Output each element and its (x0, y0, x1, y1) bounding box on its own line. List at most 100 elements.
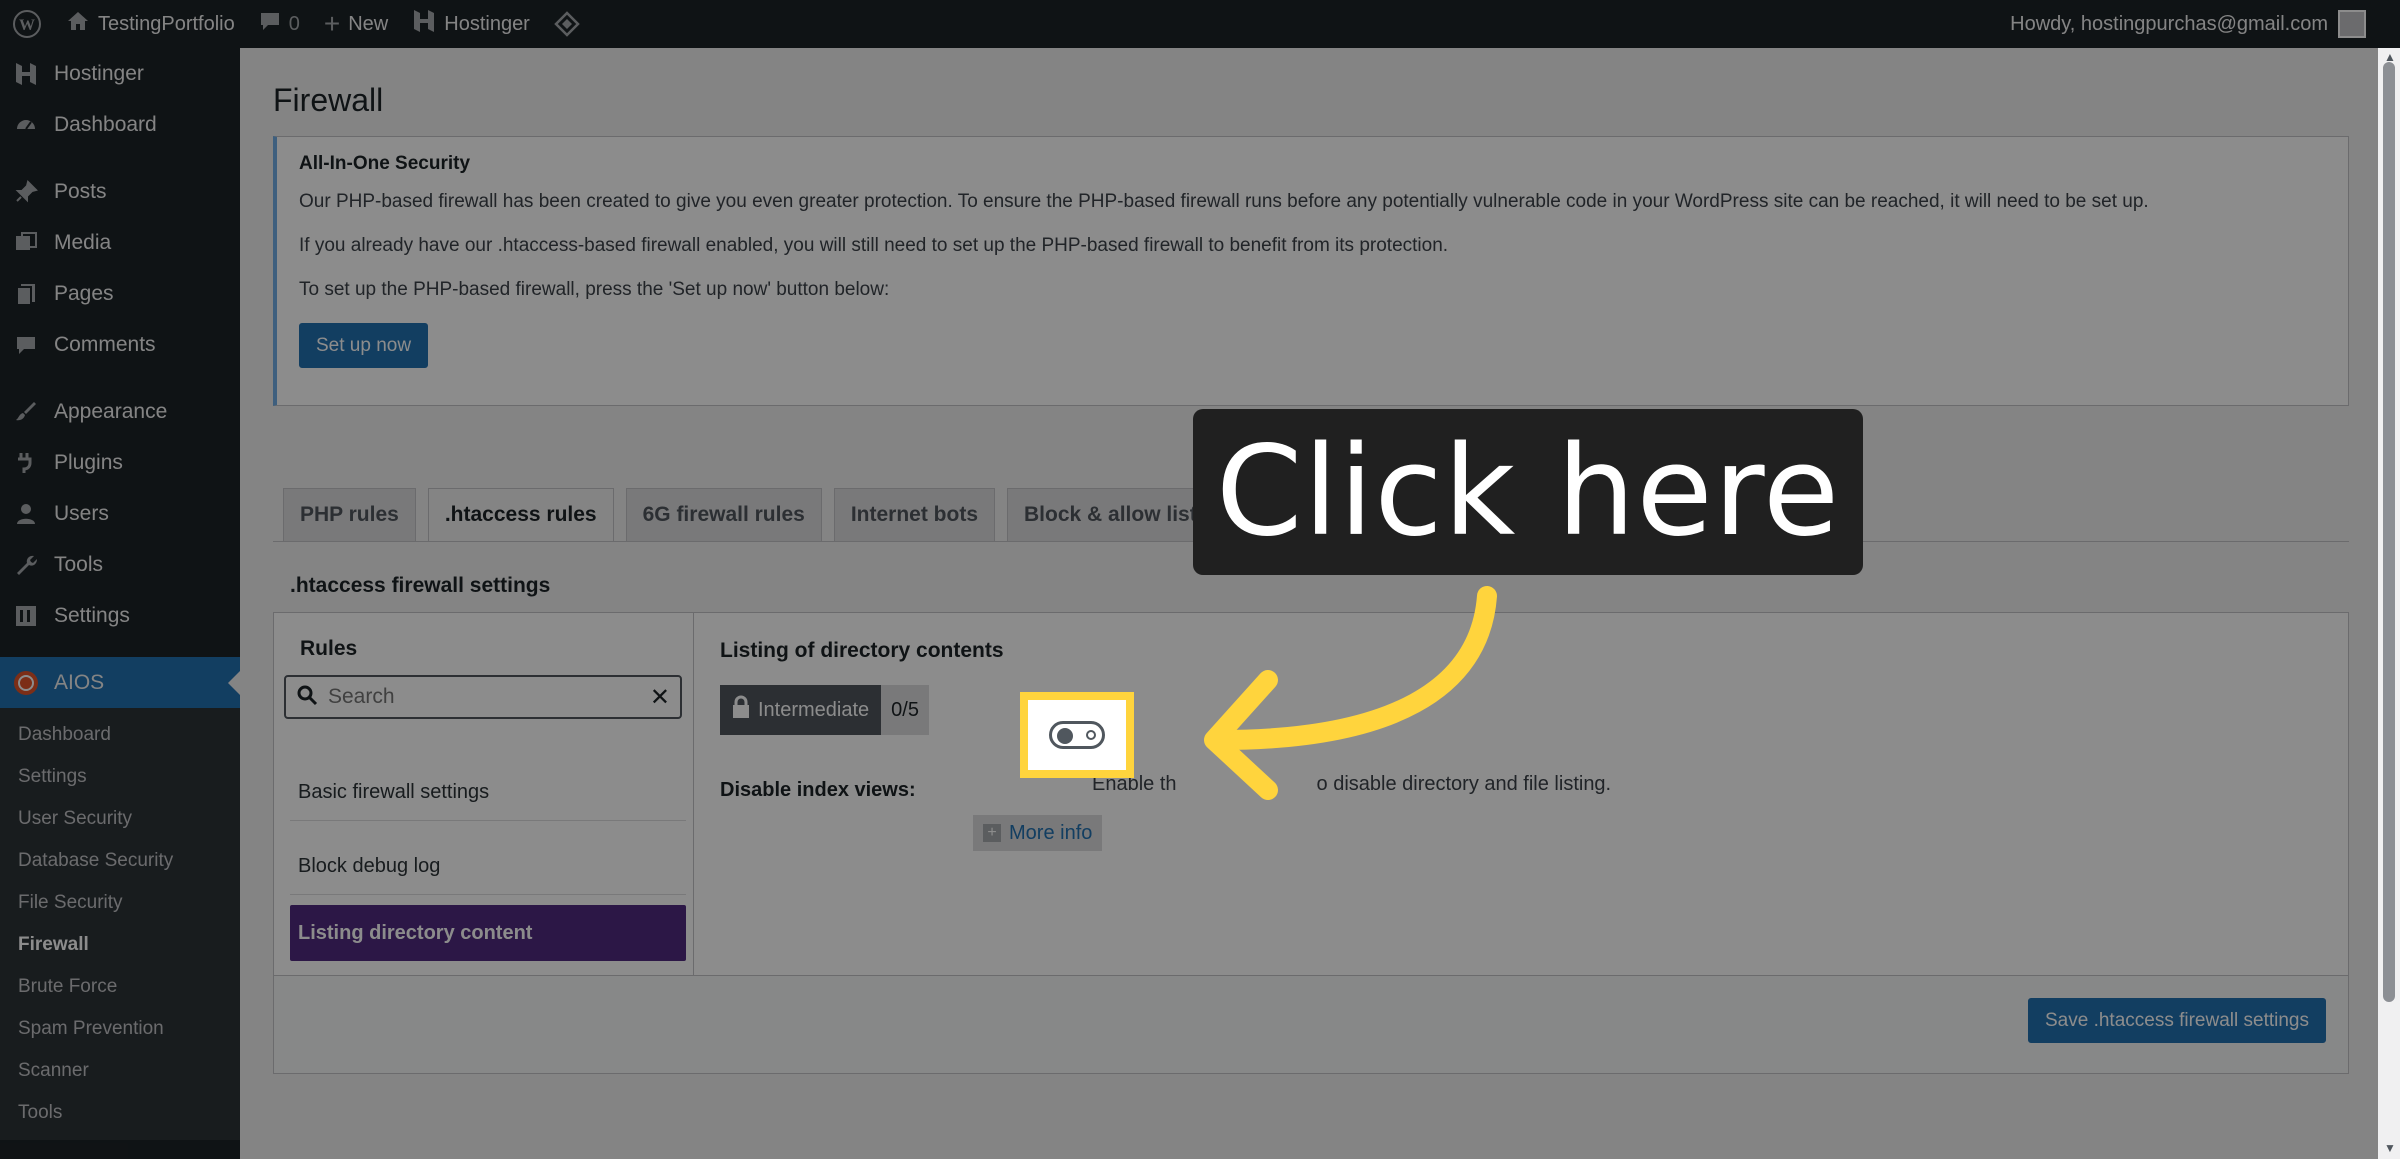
diamond-icon[interactable] (542, 0, 592, 48)
comments-link[interactable]: 0 (247, 0, 312, 48)
submenu-file-security[interactable]: File Security (0, 882, 240, 924)
comments-count: 0 (288, 12, 300, 35)
howdy-text: Howdy, hostingpurchas@gmail.com (2010, 12, 2328, 35)
description-end: o disable directory and file listing. (1316, 773, 1612, 795)
menu-item-aios[interactable]: AIOS (0, 657, 240, 708)
settings-panel: Rules ✕ Basic firewall settings Block de… (273, 612, 2349, 1074)
notice-title: All-In-One Security (299, 153, 471, 174)
media-icon (12, 229, 40, 257)
notice-text-2: If you already have our .htaccess-based … (299, 235, 1449, 256)
menu-item-appearance[interactable]: Appearance (0, 386, 240, 437)
menu-label: AIOS (54, 670, 105, 694)
menu-item-pages[interactable]: Pages (0, 268, 240, 319)
rules-column: Rules ✕ Basic firewall settings Block de… (274, 613, 694, 975)
lock-icon (732, 695, 750, 725)
menu-label: Users (54, 501, 109, 525)
rule-detail: Listing of directory contents Intermedia… (694, 613, 2348, 975)
pin-icon (12, 178, 40, 206)
new-label: New (348, 12, 389, 35)
menu-item-hostinger[interactable]: Hostinger (0, 48, 240, 99)
settings-icon (12, 602, 40, 630)
rule-listing-directory-content[interactable]: Listing directory content (290, 905, 686, 961)
tab-internet-bots[interactable]: Internet bots (833, 488, 996, 542)
submenu-brute-force[interactable]: Brute Force (0, 966, 240, 1008)
menu-label: Dashboard (54, 112, 157, 136)
aios-notice: All-In-One Security Our PHP-based firewa… (273, 136, 2349, 406)
firewall-tabs: PHP rules .htaccess rules 6G firewall ru… (283, 488, 1300, 542)
level-label: Intermediate (758, 698, 870, 721)
plugin-icon (12, 449, 40, 477)
set-up-now-button[interactable]: Set up now (299, 323, 429, 368)
submenu-settings[interactable]: Settings (0, 756, 240, 798)
site-name-link[interactable]: TestingPortfolio (54, 0, 247, 48)
wrench-icon (12, 551, 40, 579)
search-icon (296, 684, 318, 711)
level-badge: Intermediate 0/5 (720, 685, 929, 735)
menu-item-settings[interactable]: Settings (0, 590, 240, 641)
menu-item-dashboard[interactable]: Dashboard (0, 99, 240, 150)
submenu-database-security[interactable]: Database Security (0, 840, 240, 882)
page-scrollbar[interactable]: ▲ ▼ (2378, 48, 2400, 1159)
disable-index-views-label: Disable index views: (720, 779, 916, 801)
hostinger-label: Hostinger (444, 12, 530, 35)
rule-block-debug-log[interactable]: Block debug log (290, 839, 686, 895)
scroll-down-icon[interactable]: ▼ (2384, 1141, 2396, 1155)
my-account-link[interactable]: Howdy, hostingpurchas@gmail.com (1998, 0, 2400, 48)
submenu-dashboard[interactable]: Dashboard (0, 714, 240, 756)
menu-label: Appearance (54, 399, 168, 423)
menu-label: Media (54, 230, 112, 254)
menu-item-comments[interactable]: Comments (0, 319, 240, 370)
new-content-link[interactable]: + New (312, 0, 400, 48)
submenu-spam-prevention[interactable]: Spam Prevention (0, 1008, 240, 1050)
toggle-highlight (1020, 692, 1134, 778)
main-content: Firewall All-In-One Security Our PHP-bas… (240, 48, 2378, 1159)
settings-footer: Save .htaccess firewall settings (274, 975, 2348, 1073)
dashboard-icon (12, 111, 40, 139)
menu-item-plugins[interactable]: Plugins (0, 437, 240, 488)
click-here-callout: Click here (1193, 409, 1863, 575)
disable-index-views-description: Enable th o disable directory and file li… (1092, 773, 1611, 796)
pages-icon (12, 280, 40, 308)
page-title: Firewall (273, 82, 384, 118)
menu-item-posts[interactable]: Posts (0, 166, 240, 217)
aios-icon (12, 669, 40, 697)
listing-title: Listing of directory contents (720, 639, 1004, 662)
rules-search: ✕ (284, 675, 682, 719)
menu-label: Comments (54, 332, 156, 356)
tab-php-rules[interactable]: PHP rules (283, 488, 416, 542)
submenu-tools[interactable]: Tools (0, 1092, 240, 1134)
disable-index-views-toggle[interactable] (1049, 721, 1105, 749)
hostinger-icon (12, 60, 40, 88)
tab-6g-firewall-rules[interactable]: 6G firewall rules (625, 488, 822, 542)
search-input[interactable] (328, 685, 640, 709)
more-info-link[interactable]: + More info (973, 815, 1103, 851)
menu-item-media[interactable]: Media (0, 217, 240, 268)
comment-icon (259, 10, 281, 38)
menu-label: Posts (54, 179, 107, 203)
admin-sidebar: Hostinger Dashboard Posts Media Pages Co… (0, 48, 240, 1159)
scrollbar-thumb[interactable] (2383, 62, 2395, 1002)
menu-label: Settings (54, 603, 130, 627)
tab-htaccess-rules[interactable]: .htaccess rules (427, 488, 614, 542)
menu-label: Tools (54, 552, 104, 576)
menu-label: Plugins (54, 450, 123, 474)
menu-item-users[interactable]: Users (0, 488, 240, 539)
submenu-firewall[interactable]: Firewall (0, 924, 240, 966)
wp-logo-icon[interactable]: W (0, 0, 54, 48)
submenu-scanner[interactable]: Scanner (0, 1050, 240, 1092)
rule-basic-firewall-settings[interactable]: Basic firewall settings (290, 765, 686, 821)
hostinger-link[interactable]: Hostinger (400, 0, 542, 48)
more-info-label: More info (1009, 821, 1093, 844)
plus-icon: + (983, 824, 1001, 842)
brush-icon (12, 398, 40, 426)
admin-bar: W TestingPortfolio 0 + New Hostinger How… (0, 0, 2400, 48)
section-title: .htaccess firewall settings (290, 574, 551, 597)
save-htaccess-settings-button[interactable]: Save .htaccess firewall settings (2027, 998, 2326, 1043)
menu-item-tools[interactable]: Tools (0, 539, 240, 590)
submenu-user-security[interactable]: User Security (0, 798, 240, 840)
menu-label: Pages (54, 281, 114, 305)
svg-text:W: W (19, 17, 35, 34)
notice-text-3: To set up the PHP-based firewall, press … (299, 279, 890, 300)
rules-title: Rules (300, 637, 358, 660)
close-icon[interactable]: ✕ (650, 683, 670, 712)
